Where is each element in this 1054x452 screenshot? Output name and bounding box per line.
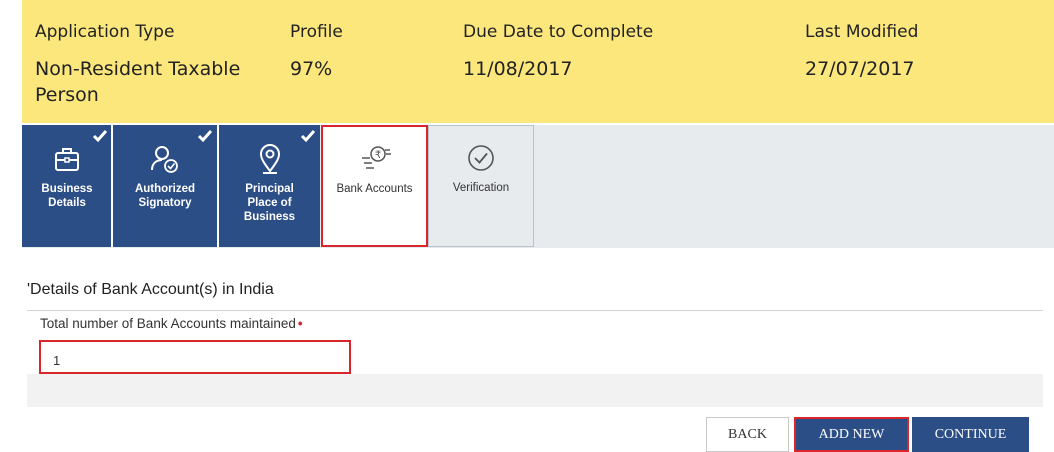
last-modified-column: Last Modified 27/07/2017 [805,20,1025,82]
checkmark-circle-icon [468,145,494,171]
svg-text:₹: ₹ [374,150,380,161]
application-type-column: Application Type Non-Resident Taxable Pe… [35,20,255,108]
due-date-value: 11/08/2017 [463,58,573,80]
rupee-coin-icon: ₹ [361,146,391,169]
section-divider [27,310,1043,311]
tab-label: Authorized Signatory [134,183,196,209]
profile-column: Profile 97% [290,20,410,82]
tab-business-details[interactable]: Business Details [22,125,112,247]
completed-check-icon [197,130,213,143]
required-mark: • [297,316,303,331]
tab-verification[interactable]: Verification [428,125,534,247]
tab-label: Verification [452,182,510,194]
application-summary-header: Application Type Non-Resident Taxable Pe… [22,0,1054,123]
bank-account-count-label: Total number of Bank Accounts maintained… [40,316,303,331]
add-new-button[interactable]: ADD NEW [794,417,909,452]
last-modified-label: Last Modified [805,22,919,42]
briefcase-icon [55,148,79,171]
tab-authorized-signatory[interactable]: Authorized Signatory [113,125,217,247]
profile-value: 97% [290,58,333,80]
due-date-label: Due Date to Complete [463,22,654,42]
person-check-icon [151,146,178,173]
tab-label: Bank Accounts [336,183,413,195]
field-label-text: Total number of Bank Accounts maintained [40,316,296,331]
bank-account-count-input[interactable] [39,340,351,374]
tab-label: Business Details [41,183,93,209]
completed-check-icon [92,130,108,143]
profile-label: Profile [290,22,343,42]
registration-step-tabs: Business Details Authorized Signatory Pr… [22,125,1054,248]
tab-bank-accounts[interactable]: ₹ Bank Accounts [321,125,428,247]
completed-check-icon [300,130,316,143]
field-background-strip [27,374,1043,407]
application-type-value: Non-Resident Taxable Person [35,58,241,106]
application-type-label: Application Type [35,22,175,42]
last-modified-value: 27/07/2017 [805,58,915,80]
location-pin-icon [259,144,280,174]
continue-button[interactable]: CONTINUE [912,417,1029,452]
tab-label: Principal Place of Business [243,183,296,223]
due-date-column: Due Date to Complete 11/08/2017 [463,20,723,82]
tab-principal-place-of-business[interactable]: Principal Place of Business [219,125,320,247]
section-title: 'Details of Bank Account(s) in India [27,281,274,298]
back-button[interactable]: BACK [706,417,789,452]
